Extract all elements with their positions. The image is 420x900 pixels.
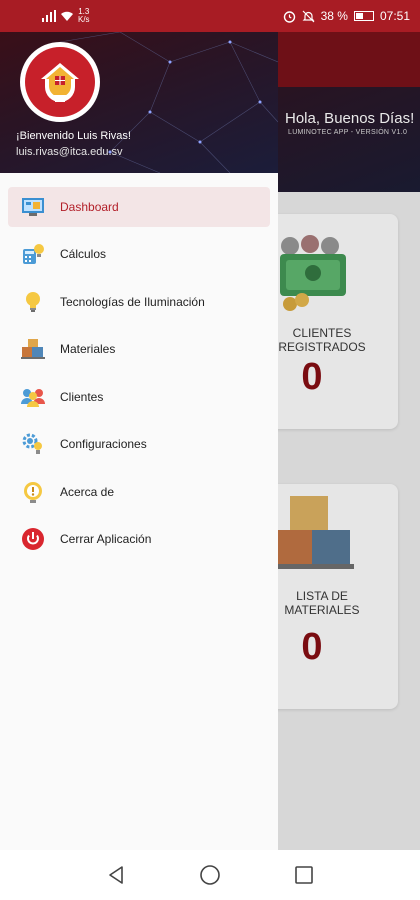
materials-icon [20, 336, 46, 362]
welcome-text: ¡Bienvenido Luis Rivas! [16, 130, 131, 142]
menu-item-configuraciones[interactable]: Configuraciones [8, 421, 270, 469]
clients-card-label: CLIENTES REGISTRADOS [262, 326, 382, 354]
clients-card-label-line2: REGISTRADOS [278, 340, 366, 354]
navigation-drawer: ¡Bienvenido Luis Rivas! luis.rivas@itca.… [0, 32, 278, 850]
menu-item-calculos[interactable]: Cálculos [8, 231, 270, 279]
greeting-text: Hola, Buenos Días! [285, 110, 415, 127]
back-triangle-icon [109, 866, 123, 884]
menu-label-tecnologias: Tecnologías de Iluminación [60, 294, 205, 309]
materials-card-label-line2: MATERIALES [284, 603, 360, 617]
menu-label-dashboard: Dashboard [60, 200, 119, 214]
materials-card-label-line1: LISTA DE [296, 589, 348, 603]
menu-label-cerrar: Cerrar Aplicación [60, 532, 152, 547]
header-red-band [278, 32, 420, 87]
menu-item-cerrar[interactable]: Cerrar Aplicación [8, 516, 270, 564]
clients-card-label-line1: CLIENTES [292, 326, 352, 340]
clients-card-count: 0 [301, 356, 323, 398]
home-button[interactable] [198, 863, 222, 887]
clients-icon [20, 384, 46, 410]
recents-button[interactable] [292, 863, 316, 887]
menu-label-calculos: Cálculos [60, 247, 107, 262]
power-icon [20, 526, 46, 552]
menu-item-tecnologias[interactable]: Tecnologías de Iluminación [8, 278, 270, 326]
materials-card[interactable]: LISTA DE MATERIALES 0 [262, 484, 398, 709]
recents-square-icon [295, 866, 313, 884]
house-lightbulb-icon [41, 63, 79, 102]
materials-card-label: LISTA DE MATERIALES [262, 589, 382, 617]
menu-item-clientes[interactable]: Clientes [8, 373, 270, 421]
menu-item-acerca-de[interactable]: Acerca de [8, 468, 270, 516]
status-bar: 1.3 K/s 38 % 07:51 [0, 0, 420, 32]
system-nav-bar [0, 850, 420, 900]
network-speed: 1.3 K/s [78, 8, 90, 24]
menu-label-acerca-de: Acerca de [60, 484, 115, 499]
network-speed-unit: K/s [78, 15, 90, 24]
clients-illustration [280, 235, 346, 311]
menu-item-dashboard[interactable]: Dashboard [8, 187, 270, 227]
app-logo [20, 42, 100, 122]
home-circle-icon [200, 865, 220, 885]
settings-icon [20, 431, 46, 457]
back-button[interactable] [104, 863, 128, 887]
menu-label-configuraciones: Configuraciones [60, 437, 147, 452]
menu-label-materiales: Materiales [60, 342, 116, 357]
materials-card-count: 0 [301, 626, 323, 668]
wifi-icon [61, 11, 73, 21]
menu-item-materiales[interactable]: Materiales [8, 326, 270, 374]
dashboard-icon [20, 194, 46, 220]
clients-card[interactable]: CLIENTES REGISTRADOS 0 [262, 214, 398, 429]
materials-illustration [276, 496, 354, 569]
alarm-icon [283, 10, 295, 23]
signal-icon [42, 10, 56, 22]
calculations-icon [20, 241, 46, 267]
battery-icon [353, 11, 374, 21]
clock: 07:51 [379, 9, 410, 23]
battery-percent: 38 % [320, 9, 348, 23]
user-email: luis.rivas@itca.edu.sv [16, 146, 123, 158]
version-text: LUMINOTEC APP - VERSIÓN V1.0 [288, 129, 408, 136]
drawer-header: ¡Bienvenido Luis Rivas! luis.rivas@itca.… [0, 32, 278, 173]
drawer-menu: Dashboard Cálculos Tecnologías de Ilumin… [0, 183, 278, 563]
menu-label-clientes: Clientes [60, 389, 104, 404]
mute-icon [302, 10, 315, 22]
lightbulb-icon [20, 289, 46, 315]
info-icon [20, 479, 46, 505]
